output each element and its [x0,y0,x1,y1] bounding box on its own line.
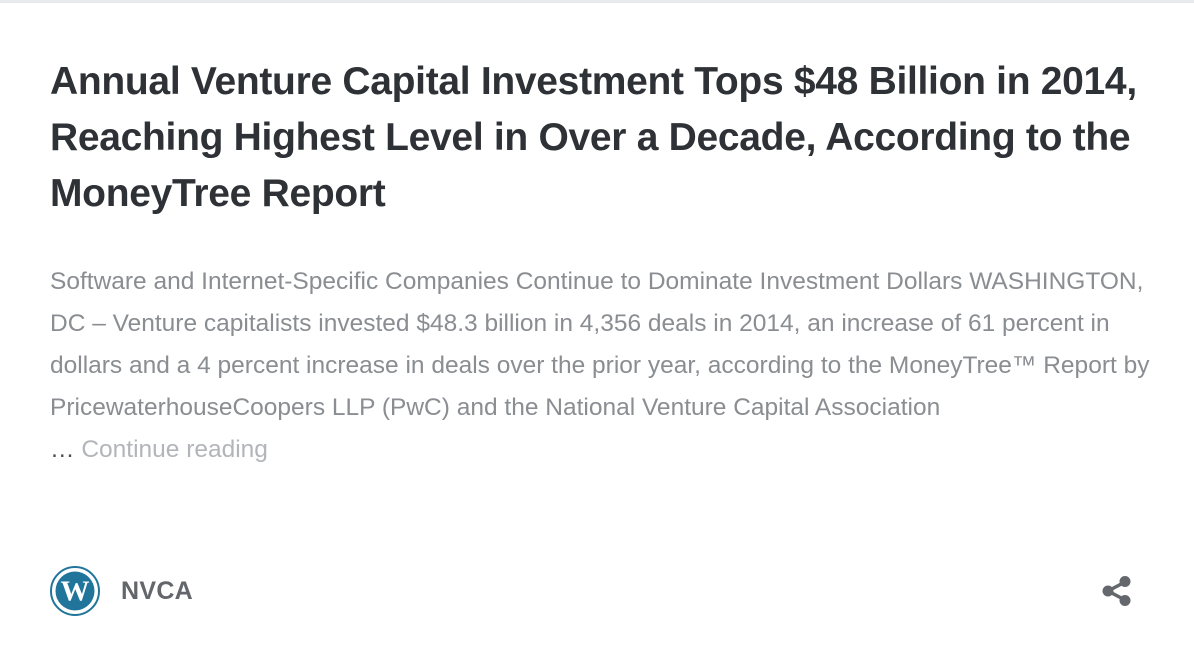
post-card: Annual Venture Capital Investment Tops $… [50,54,1160,471]
svg-text:W: W [61,576,90,608]
site-name[interactable]: NVCA [121,576,193,606]
post-footer: W NVCA [50,566,1136,616]
post-excerpt-text: Software and Internet-Specific Companies… [50,268,1150,421]
excerpt-ellipsis: … [50,436,75,463]
post-title[interactable]: Annual Venture Capital Investment Tops $… [50,54,1160,222]
continue-reading-link[interactable]: Continue reading [81,436,268,463]
wordpress-logo-icon[interactable]: W [50,566,100,616]
post-excerpt: Software and Internet-Specific Companies… [50,261,1155,471]
share-icon[interactable] [1098,572,1136,610]
top-divider [0,0,1194,3]
